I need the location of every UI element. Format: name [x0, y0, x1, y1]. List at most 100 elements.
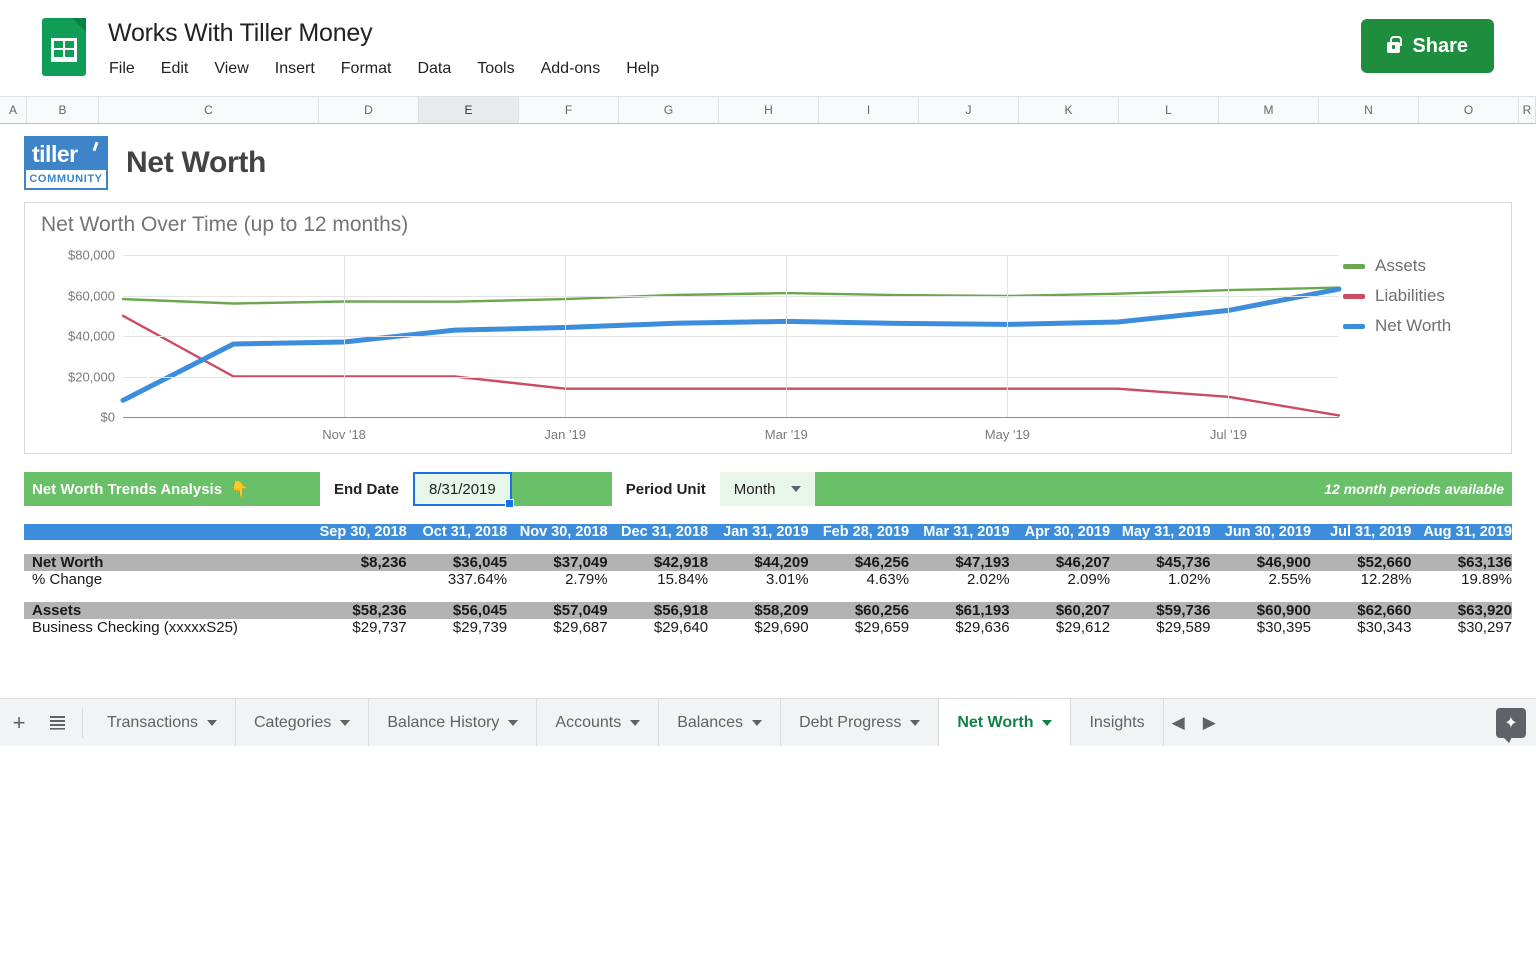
table-cell[interactable]: [306, 571, 406, 588]
table-cell[interactable]: $63,136: [1412, 554, 1513, 571]
table-cell[interactable]: $46,207: [1010, 554, 1110, 571]
sheet-tab-categories[interactable]: Categories: [236, 699, 369, 746]
column-header-c[interactable]: C: [99, 97, 319, 123]
column-header-k[interactable]: K: [1019, 97, 1119, 123]
period-unit-select[interactable]: Month: [720, 472, 816, 506]
column-header-a[interactable]: A: [0, 97, 27, 123]
table-cell[interactable]: $36,045: [407, 554, 507, 571]
chevron-down-icon[interactable]: [910, 720, 920, 726]
chevron-down-icon[interactable]: [508, 720, 518, 726]
table-cell[interactable]: $30,343: [1311, 619, 1411, 636]
menu-item-view[interactable]: View: [213, 58, 249, 80]
legend-item-liabilities[interactable]: Liabilities: [1343, 281, 1493, 311]
table-cell[interactable]: $59,736: [1110, 602, 1210, 619]
table-cell[interactable]: $63,920: [1412, 602, 1513, 619]
table-cell[interactable]: 12.28%: [1311, 571, 1411, 588]
column-header-n[interactable]: N: [1319, 97, 1419, 123]
table-cell[interactable]: 3.01%: [708, 571, 808, 588]
table-cell[interactable]: 19.89%: [1412, 571, 1513, 588]
menu-item-edit[interactable]: Edit: [160, 58, 190, 80]
table-cell[interactable]: 2.55%: [1211, 571, 1311, 588]
legend-item-assets[interactable]: Assets: [1343, 251, 1493, 281]
menu-item-data[interactable]: Data: [416, 58, 452, 80]
menu-item-file[interactable]: File: [108, 58, 136, 80]
menu-item-format[interactable]: Format: [340, 58, 393, 80]
column-header-o[interactable]: O: [1419, 97, 1519, 123]
table-cell[interactable]: $45,736: [1110, 554, 1210, 571]
net-worth-table[interactable]: Sep 30, 2018Oct 31, 2018Nov 30, 2018Dec …: [24, 524, 1512, 636]
tab-next-button[interactable]: ▶: [1203, 713, 1216, 733]
sheet-tab-balance-history[interactable]: Balance History: [369, 699, 537, 746]
table-cell[interactable]: 4.63%: [809, 571, 909, 588]
table-cell[interactable]: 2.79%: [507, 571, 607, 588]
column-header-m[interactable]: M: [1219, 97, 1319, 123]
table-cell[interactable]: $29,739: [407, 619, 507, 636]
table-cell[interactable]: $61,193: [909, 602, 1009, 619]
column-header-j[interactable]: J: [919, 97, 1019, 123]
table-cell[interactable]: $56,918: [608, 602, 708, 619]
table-cell[interactable]: 2.02%: [909, 571, 1009, 588]
sheet-tab-accounts[interactable]: Accounts: [537, 699, 659, 746]
table-cell[interactable]: $29,659: [809, 619, 909, 636]
table-row[interactable]: Net Worth$8,236$36,045$37,049$42,918$44,…: [24, 554, 1512, 571]
table-cell[interactable]: $44,209: [708, 554, 808, 571]
table-cell[interactable]: $60,256: [809, 602, 909, 619]
table-cell[interactable]: $29,687: [507, 619, 607, 636]
sheet-tab-balances[interactable]: Balances: [659, 699, 781, 746]
table-cell[interactable]: $29,636: [909, 619, 1009, 636]
column-header-h[interactable]: H: [719, 97, 819, 123]
table-cell[interactable]: $29,737: [306, 619, 406, 636]
table-cell[interactable]: $58,209: [708, 602, 808, 619]
table-cell[interactable]: $29,690: [708, 619, 808, 636]
table-cell[interactable]: 2.09%: [1010, 571, 1110, 588]
chevron-down-icon[interactable]: [340, 720, 350, 726]
table-cell[interactable]: $8,236: [306, 554, 406, 571]
table-cell[interactable]: $58,236: [306, 602, 406, 619]
table-cell[interactable]: $29,612: [1010, 619, 1110, 636]
chevron-down-icon[interactable]: [1042, 720, 1052, 726]
sheet-tab-transactions[interactable]: Transactions: [89, 699, 236, 746]
explore-button[interactable]: ✦: [1496, 708, 1526, 738]
table-cell[interactable]: $52,660: [1311, 554, 1411, 571]
all-sheets-button[interactable]: [38, 699, 76, 746]
table-cell[interactable]: $62,660: [1311, 602, 1411, 619]
table-cell[interactable]: $46,256: [809, 554, 909, 571]
table-cell[interactable]: $56,045: [407, 602, 507, 619]
table-cell[interactable]: $29,640: [608, 619, 708, 636]
menu-item-addons[interactable]: Add-ons: [540, 58, 602, 80]
share-button[interactable]: Share: [1361, 19, 1494, 73]
table-cell[interactable]: $60,900: [1211, 602, 1311, 619]
table-cell[interactable]: $57,049: [507, 602, 607, 619]
table-row[interactable]: Business Checking (xxxxxS25)$29,737$29,7…: [24, 619, 1512, 636]
table-cell[interactable]: $60,207: [1010, 602, 1110, 619]
table-cell[interactable]: 15.84%: [608, 571, 708, 588]
chevron-down-icon[interactable]: [207, 720, 217, 726]
table-cell[interactable]: $46,900: [1211, 554, 1311, 571]
column-header-d[interactable]: D: [319, 97, 419, 123]
chevron-down-icon[interactable]: [630, 720, 640, 726]
column-header-r[interactable]: R: [1519, 97, 1536, 123]
table-cell[interactable]: $42,918: [608, 554, 708, 571]
net-worth-chart[interactable]: Net Worth Over Time (up to 12 months) $0…: [24, 202, 1512, 454]
menu-item-insert[interactable]: Insert: [274, 58, 316, 80]
table-cell[interactable]: $30,297: [1412, 619, 1513, 636]
legend-item-net-worth[interactable]: Net Worth: [1343, 311, 1493, 341]
menu-item-tools[interactable]: Tools: [476, 58, 515, 80]
document-title[interactable]: Works With Tiller Money: [108, 19, 372, 48]
table-cell[interactable]: $47,193: [909, 554, 1009, 571]
sheet-tab-insights[interactable]: Insights: [1071, 699, 1163, 746]
column-header-b[interactable]: B: [27, 97, 99, 123]
table-cell[interactable]: 337.64%: [407, 571, 507, 588]
sheet-tab-debt-progress[interactable]: Debt Progress: [781, 699, 939, 746]
column-header-l[interactable]: L: [1119, 97, 1219, 123]
column-header-i[interactable]: I: [819, 97, 919, 123]
column-header-f[interactable]: F: [519, 97, 619, 123]
add-sheet-button[interactable]: +: [0, 699, 38, 746]
column-header-e[interactable]: E: [419, 97, 519, 123]
column-header-g[interactable]: G: [619, 97, 719, 123]
sheet-tab-net-worth[interactable]: Net Worth: [939, 699, 1071, 746]
table-cell[interactable]: $37,049: [507, 554, 607, 571]
table-row[interactable]: Assets$58,236$56,045$57,049$56,918$58,20…: [24, 602, 1512, 619]
table-cell[interactable]: $30,395: [1211, 619, 1311, 636]
table-cell[interactable]: $29,589: [1110, 619, 1210, 636]
